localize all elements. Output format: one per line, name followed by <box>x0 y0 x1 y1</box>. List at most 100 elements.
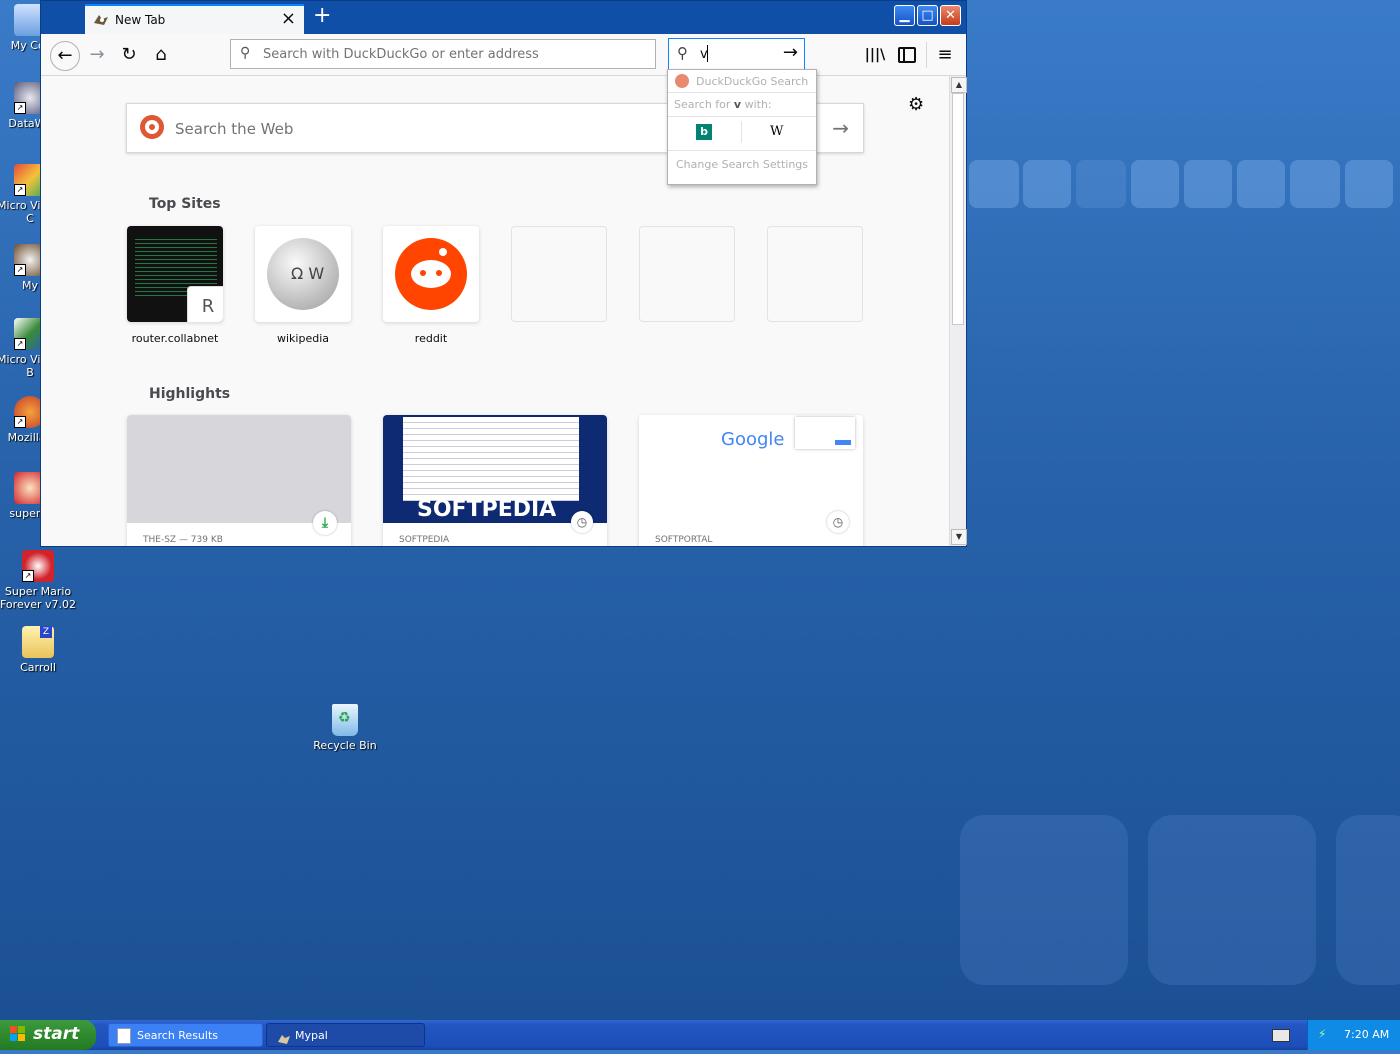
highlights-heading: Highlights <box>149 386 231 402</box>
highlight-preview: SOFTPEDIA <box>383 415 607 523</box>
desktop-wallpaper-tile <box>1023 160 1071 208</box>
popup-divider <box>668 150 816 151</box>
change-search-settings-button[interactable]: Change Search Settings <box>668 158 816 171</box>
settings-gear-icon[interactable]: ⚙ <box>908 94 924 115</box>
desktop-icon-label: Super Mario Forever v7.02 <box>0 585 77 611</box>
search-results-icon <box>117 1028 131 1044</box>
desktop-icon-carroll[interactable]: Z Carroll <box>0 626 76 674</box>
recycle-bin-icon: ♻ <box>332 704 358 736</box>
taskbar-button-label: Mypal <box>295 1029 328 1042</box>
taskbar-button-search-results[interactable]: Search Results <box>108 1023 263 1047</box>
close-window-button[interactable]: ✕ <box>940 5 961 26</box>
zip-badge-icon: Z <box>40 626 52 638</box>
highlight-preview: Google <box>639 415 863 523</box>
system-tray: ⚡ 7:20 AM <box>1307 1020 1400 1050</box>
popup-search-for-line: Search for v with: <box>674 98 772 111</box>
minimize-button[interactable]: ▁ <box>894 5 915 26</box>
desktop-wallpaper-tile <box>1345 160 1393 208</box>
home-button[interactable]: ⌂ <box>148 42 174 68</box>
popup-engine-title: DuckDuckGo Search <box>696 75 809 88</box>
top-site-wikipedia[interactable]: Ω W wikipedia <box>255 226 351 345</box>
top-site-empty-slot[interactable] <box>639 226 735 322</box>
top-site-thumbnail: R <box>127 226 223 322</box>
network-icon[interactable]: ⚡ <box>1318 1027 1326 1041</box>
scroll-up-arrow-icon[interactable]: ▲ <box>951 77 967 93</box>
shortcut-arrow-icon: ↗ <box>14 264 26 276</box>
top-site-empty-slot[interactable] <box>511 226 607 322</box>
zip-folder-icon: Z <box>22 626 54 658</box>
reload-icon: ↻ <box>121 44 137 65</box>
taskbar-button-mypal[interactable]: Mypal <box>266 1023 425 1047</box>
taskbar: start Search Results Mypal ⚡ 7:20 AM <box>0 1020 1400 1050</box>
top-site-thumbnail: Ω W <box>255 226 351 322</box>
search-icon: ⚲ <box>240 45 251 61</box>
back-arrow-icon: ← <box>57 45 73 66</box>
library-button[interactable]: |||\ <box>862 42 888 68</box>
text-cursor <box>707 45 708 62</box>
forward-button[interactable]: → <box>84 42 110 68</box>
go-arrow-icon[interactable]: → <box>783 42 798 63</box>
start-button[interactable]: start <box>0 1020 96 1050</box>
desktop-wallpaper-tile <box>1290 160 1340 208</box>
vertical-scrollbar[interactable]: ▲ ▼ <box>949 76 967 546</box>
top-site-label: reddit <box>414 332 448 345</box>
download-icon: ⤓ <box>313 511 337 535</box>
search-bar[interactable]: ⚲ v → <box>668 38 805 70</box>
empty-slot <box>767 226 863 322</box>
library-icon: |||\ <box>864 47 886 63</box>
clock: 7:20 AM <box>1344 1028 1390 1041</box>
desktop-wallpaper-tile <box>969 160 1019 208</box>
close-tab-icon[interactable]: × <box>281 8 296 29</box>
desktop-wallpaper-tile <box>1148 815 1316 985</box>
scrollbar-thumb[interactable] <box>952 93 964 325</box>
shortcut-arrow-icon: ↗ <box>14 184 26 196</box>
desktop-icon-recycle-bin[interactable]: ♻ Recycle Bin <box>307 704 383 752</box>
highlight-source: SOFTPORTAL <box>655 535 713 545</box>
bing-icon: b <box>696 124 712 140</box>
highlight-card-softportal[interactable]: Google ◷ SOFTPORTAL <box>639 415 863 546</box>
top-site-thumbnail <box>383 226 479 322</box>
duckduckgo-logo-icon <box>140 115 164 139</box>
reddit-logo-icon <box>395 238 467 310</box>
shortcut-arrow-icon: ↗ <box>14 102 26 114</box>
bing-engine-button[interactable]: b <box>668 117 742 147</box>
search-submit-arrow-icon[interactable]: → <box>832 116 849 140</box>
menu-button[interactable]: ≡ <box>932 42 958 68</box>
reload-button[interactable]: ↻ <box>116 42 142 68</box>
top-site-empty-slot[interactable] <box>767 226 863 322</box>
highlight-card-softpedia[interactable]: SOFTPEDIA ◷ SOFTPEDIA <box>383 415 607 546</box>
desktop-icon-super-mario[interactable]: ↗ Super Mario Forever v7.02 <box>0 550 76 611</box>
address-bar[interactable]: ⚲ Search with DuckDuckGo or enter addres… <box>230 39 656 69</box>
google-logo-text: Google <box>721 429 785 450</box>
shortcut-arrow-icon: ↗ <box>22 570 34 582</box>
top-site-label: router.collabnet <box>131 332 219 345</box>
navigation-toolbar: ← → ↻ ⌂ ⚲ Search with DuckDuckGo or ente… <box>41 34 966 76</box>
sidebar-button[interactable] <box>894 42 920 68</box>
shortcut-arrow-icon: ↗ <box>14 338 26 350</box>
wikipedia-engine-button[interactable]: W <box>742 117 816 147</box>
top-site-reddit[interactable]: reddit <box>383 226 479 345</box>
tab-new-tab[interactable]: New Tab × <box>85 4 304 34</box>
scroll-down-arrow-icon[interactable]: ▼ <box>951 529 967 545</box>
back-button[interactable]: ← <box>50 41 80 71</box>
site-letter-badge: R <box>187 286 223 322</box>
search-icon: ⚲ <box>677 44 688 62</box>
new-tab-button[interactable]: + <box>313 3 331 28</box>
top-site-router-collabnet[interactable]: R router.collabnet <box>127 226 223 345</box>
windows-logo-icon <box>10 1026 26 1042</box>
wikipedia-globe-icon: Ω W <box>267 238 339 310</box>
start-label: start <box>33 1024 80 1044</box>
forward-arrow-icon: → <box>89 44 105 65</box>
top-site-label: wikipedia <box>276 332 329 345</box>
maximize-button[interactable]: □ <box>917 5 938 26</box>
popup-divider <box>668 92 816 93</box>
duckduckgo-logo-icon <box>675 74 689 88</box>
shortcut-arrow-icon: ↗ <box>14 416 26 428</box>
keyboard-icon[interactable] <box>1272 1029 1290 1042</box>
highlight-card-the-sz[interactable]: ⤓ THE-SZ — 739 KB <box>127 415 351 546</box>
tab-strip: New Tab × + ▁ □ ✕ <box>41 1 966 34</box>
highlight-source: SOFTPEDIA <box>399 535 450 545</box>
clock-icon: ◷ <box>827 511 849 533</box>
mypal-icon <box>277 1030 291 1044</box>
empty-slot <box>511 226 607 322</box>
